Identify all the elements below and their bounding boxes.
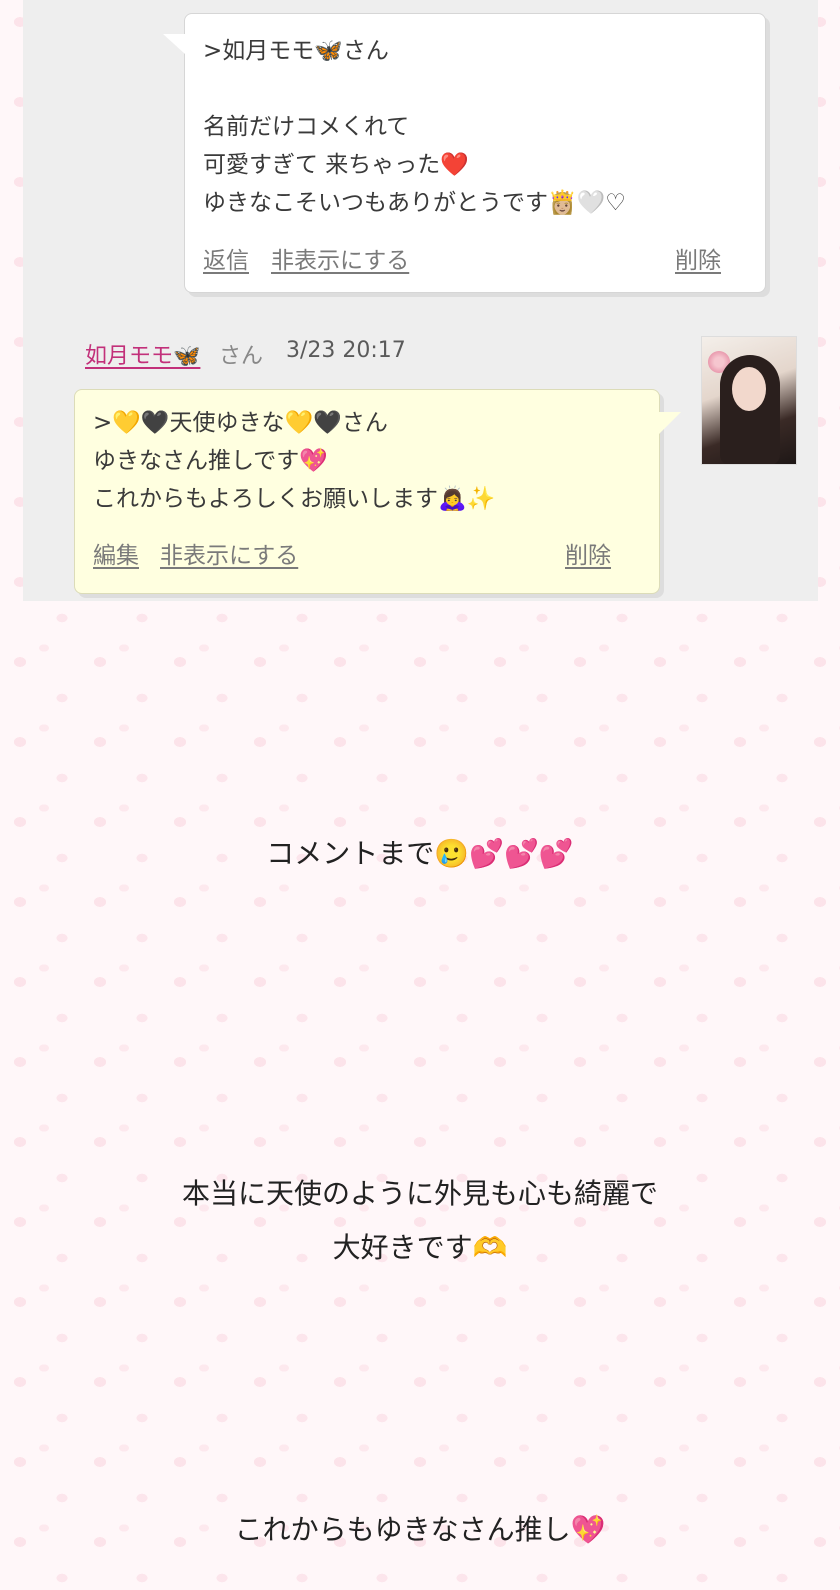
comment-delete-button[interactable]: 削除 xyxy=(565,536,611,570)
blog-line-4: これからもゆきなさん推し💖 xyxy=(234,1513,606,1546)
reply-line-recipient: >如月モモ🦋さん xyxy=(203,38,389,64)
comment-screenshot: >如月モモ🦋さん 名前だけコメくれて 可愛すぎて 来ちゃった❤️ ゆきなこそいつ… xyxy=(23,0,818,601)
comment-author-suffix: さん xyxy=(219,344,264,369)
reply-line-2: 可愛すぎて 来ちゃった❤️ xyxy=(203,152,469,178)
comment-line-2: これからもよろしくお願いします🙇‍♀️✨ xyxy=(93,486,496,512)
comment-line-recipient: >💛🖤天使ゆきな💛🖤さん xyxy=(93,410,388,436)
edit-button[interactable]: 編集 xyxy=(93,536,139,570)
blog-line-3: 大好きです🫶 xyxy=(332,1231,508,1264)
delete-button[interactable]: 削除 xyxy=(675,241,721,275)
comment-line-1: ゆきなさん推しです💖 xyxy=(93,448,328,474)
comment-hide-button[interactable]: 非表示にする xyxy=(160,536,298,570)
hide-button[interactable]: 非表示にする xyxy=(271,241,409,275)
comment-bubble: >💛🖤天使ゆきな💛🖤さん ゆきなさん推しです💖 これからもよろしくお願いします🙇… xyxy=(74,389,681,594)
reply-line-3: ゆきなこそいつもありがとうです👸🏼🤍♡ xyxy=(203,190,626,216)
blog-line-1: コメントまで🥲💕💕💕 xyxy=(266,837,574,870)
avatar-face xyxy=(732,367,766,411)
comment-author-link[interactable]: 如月モモ🦋 xyxy=(85,338,200,370)
blog-line-2: 本当に天使のように外見も心も綺麗で xyxy=(181,1177,658,1210)
commenter-avatar[interactable] xyxy=(701,336,797,465)
reply-line-1: 名前だけコメくれて xyxy=(203,114,410,140)
reply-bubble: >如月モモ🦋さん 名前だけコメくれて 可愛すぎて 来ちゃった❤️ ゆきなこそいつ… xyxy=(163,13,766,293)
reply-button[interactable]: 返信 xyxy=(203,241,249,275)
comment-timestamp: 3/23 20:17 xyxy=(286,338,406,363)
